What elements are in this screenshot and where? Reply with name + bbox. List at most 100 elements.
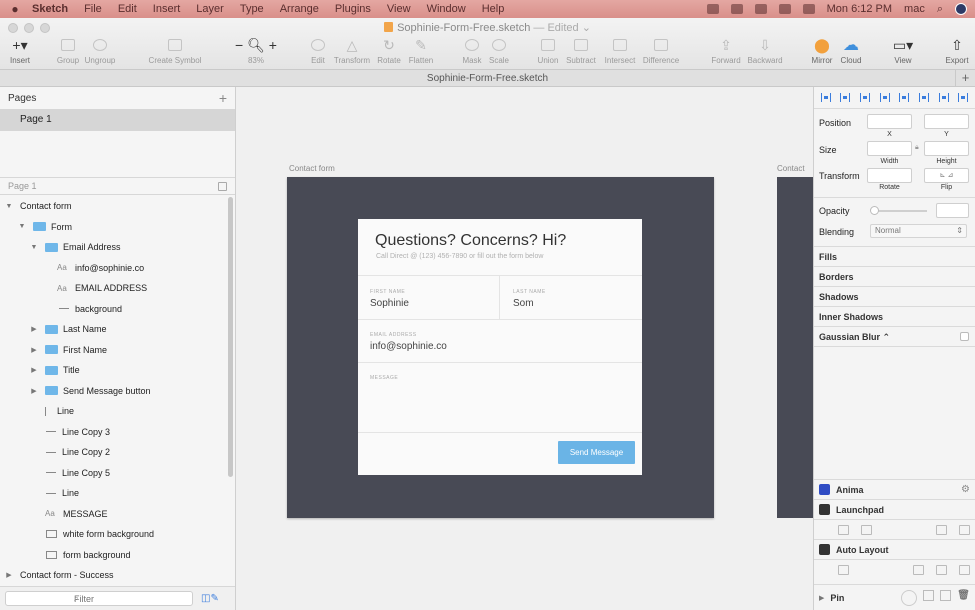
align-stack-icon[interactable] (913, 564, 924, 575)
distribute-vertical-icon[interactable] (958, 93, 969, 102)
flip-control[interactable]: ⊾ ⊿ (924, 168, 969, 183)
export-slice-icon[interactable]: ◫✎ (201, 593, 219, 604)
scale-button[interactable]: Scale (479, 36, 519, 65)
disclosure-open-icon[interactable]: ▼ (4, 203, 14, 210)
email-value[interactable]: info@sophinie.co (370, 341, 447, 352)
flatten-button[interactable]: ✎ Flatten (401, 36, 441, 66)
window-icon[interactable] (936, 524, 947, 535)
layer-item[interactable]: ▶ Contact form - Success (0, 565, 228, 586)
menu-arrange[interactable]: Arrange (280, 3, 319, 15)
layer-item[interactable]: form background (0, 545, 228, 566)
view-button[interactable]: ▭▾ View (883, 36, 923, 66)
transform-button[interactable]: △ Transform (332, 36, 372, 66)
send-message-button[interactable]: Send Message (558, 441, 635, 464)
collapse-all-icon[interactable] (218, 181, 227, 191)
layer-item[interactable]: Line Copy 2 (0, 442, 228, 463)
x-field[interactable] (867, 114, 912, 129)
menu-edit[interactable]: Edit (118, 3, 137, 15)
layer-item[interactable]: ▶ Title (0, 360, 228, 381)
menu-type[interactable]: Type (240, 3, 264, 15)
artboard-icon[interactable] (959, 564, 970, 575)
filter-input[interactable] (5, 591, 193, 606)
menu-window[interactable]: Window (427, 3, 466, 15)
component-icon[interactable] (838, 524, 849, 535)
shadows-section[interactable]: Shadows (819, 292, 859, 302)
borders-section[interactable]: Borders (819, 272, 854, 282)
pin-plugin-row[interactable]: ▶ Pin 🗑︎ (814, 584, 975, 610)
intersect-button[interactable]: Intersect (600, 36, 640, 65)
layer-item[interactable]: ▶ First Name (0, 340, 228, 361)
layer-item[interactable]: Line Copy 3 (0, 422, 228, 443)
height-field[interactable] (924, 141, 969, 156)
align-left-icon[interactable] (820, 93, 831, 102)
cloud-button[interactable]: ☁ Cloud (831, 36, 871, 65)
create-symbol-button[interactable]: Create Symbol (149, 36, 201, 65)
opacity-slider-knob[interactable] (870, 206, 879, 215)
align-right-icon[interactable] (860, 93, 871, 102)
layer-item[interactable]: background (0, 299, 228, 320)
difference-button[interactable]: Difference (641, 36, 681, 65)
trash-icon[interactable]: 🗑︎ (957, 590, 970, 606)
add-tab-button[interactable]: + (955, 70, 975, 86)
flag-icon[interactable] (802, 4, 815, 14)
device-icon[interactable] (936, 564, 947, 575)
lock-icon[interactable]: 🔒︎ (915, 144, 919, 152)
layer-item[interactable]: ▼ Contact form (0, 196, 228, 217)
disclosure-closed-icon[interactable]: ▶ (819, 594, 824, 602)
layer-item[interactable]: ▼ Email Address (0, 237, 228, 258)
first-name-value[interactable]: Sophinie (370, 298, 409, 309)
pin-horizontal-icon[interactable] (923, 589, 935, 601)
layer-item[interactable]: ▶ Send Message button (0, 381, 228, 402)
zoom-control[interactable]: − 🔍︎ + 83% (235, 36, 277, 66)
canvas[interactable]: Contact form Contact Questions? Concerns… (236, 87, 813, 610)
pin-vertical-icon[interactable] (940, 589, 952, 601)
launchpad-plugin-row[interactable]: Launchpad (814, 499, 975, 519)
layer-item[interactable]: Aa EMAIL ADDRESS (0, 278, 228, 299)
layer-list-scrollbar[interactable] (228, 197, 233, 477)
gear-icon[interactable]: ⚙ (961, 484, 970, 495)
subtract-button[interactable]: Subtract (561, 36, 601, 65)
inner-shadows-section[interactable]: Inner Shadows (819, 312, 883, 322)
clock[interactable]: Mon 6:12 PM (827, 3, 892, 15)
distribute-horizontal-icon[interactable] (938, 93, 949, 102)
align-top-icon[interactable] (879, 93, 890, 102)
form-subtitle[interactable]: Call Direct @ (123) 456-7890 or fill out… (376, 253, 543, 260)
menu-help[interactable]: Help (482, 3, 505, 15)
page-item-page-1[interactable]: Page 1 (0, 109, 235, 131)
gaussian-blur-section[interactable]: Gaussian Blur ⌃ (819, 332, 890, 343)
auto-layout-plugin-row[interactable]: Auto Layout (814, 539, 975, 559)
last-name-value[interactable]: Som (513, 298, 534, 309)
artboard-contact-success[interactable] (777, 177, 813, 518)
location-icon[interactable] (706, 4, 719, 14)
fills-section[interactable]: Fills (819, 252, 837, 262)
rocket-small-icon[interactable] (959, 524, 970, 535)
menu-file[interactable]: File (84, 3, 102, 15)
wifi-icon[interactable] (730, 4, 743, 14)
user-name[interactable]: mac (904, 3, 925, 15)
layer-item[interactable]: Line (0, 401, 228, 422)
layout-panel-icon[interactable] (838, 564, 849, 575)
opacity-slider[interactable] (870, 206, 927, 215)
forward-button[interactable]: ⇪ Forward (706, 36, 746, 66)
disclosure-closed-icon[interactable]: ▶ (29, 366, 39, 374)
backward-button[interactable]: ⇩ Backward (745, 36, 785, 66)
disclosure-open-icon[interactable]: ▼ (29, 244, 39, 251)
disclosure-closed-icon[interactable]: ▶ (29, 346, 39, 354)
align-bottom-icon[interactable] (918, 93, 929, 102)
form-card[interactable]: Questions? Concerns? Hi? Call Direct @ (… (358, 219, 642, 475)
layer-item[interactable]: ▶ Last Name (0, 319, 228, 340)
document-tab[interactable]: Sophinie-Form-Free.sketch (427, 73, 548, 84)
blur-checkbox[interactable] (960, 332, 969, 341)
siri-icon[interactable] (955, 3, 967, 15)
anima-plugin-row[interactable]: Anima ⚙ (814, 479, 975, 499)
align-middle-icon[interactable] (899, 93, 910, 102)
insert-button[interactable]: +▾ Insert (0, 36, 40, 66)
artboard-title[interactable]: Contact form (289, 164, 335, 173)
search-icon[interactable]: ⌕ (937, 3, 943, 16)
edited-indicator[interactable]: — Edited ⌄ (533, 22, 591, 34)
ungroup-button[interactable]: Ungroup (80, 36, 120, 65)
volume-icon[interactable] (754, 4, 767, 14)
export-button[interactable]: ⇧ Export (937, 36, 975, 66)
battery-icon[interactable] (778, 4, 791, 14)
y-field[interactable] (924, 114, 969, 129)
